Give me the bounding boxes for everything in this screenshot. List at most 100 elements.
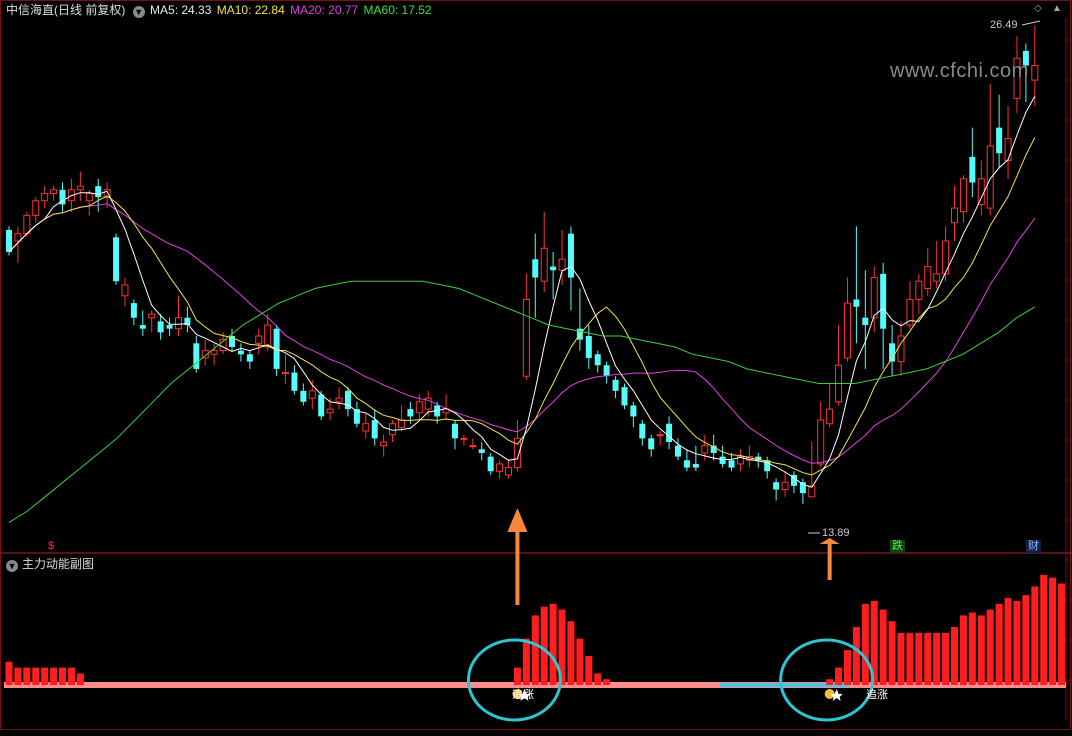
candle-body (371, 420, 378, 439)
candle-body (300, 390, 307, 402)
candle-body (291, 372, 298, 391)
energy-bar (968, 612, 976, 685)
candle-body (362, 423, 370, 432)
energy-bar (67, 667, 75, 685)
candle-body (95, 186, 102, 198)
high-price-label: 26.49 (990, 19, 1018, 31)
stock-chart[interactable] (0, 0, 1072, 731)
chart-canvas[interactable] (0, 0, 1072, 731)
energy-bar (50, 667, 58, 685)
cai-badge: 财 (1026, 540, 1041, 553)
candle-body (728, 460, 735, 468)
energy-bar (76, 673, 84, 685)
candle-body (1004, 138, 1012, 162)
candle-body (460, 437, 468, 440)
sub-panel-title: 主力动能副图 (22, 557, 95, 571)
candle-body (630, 405, 637, 417)
candle-body (210, 350, 218, 355)
energy-bar (576, 638, 584, 685)
energy-bar (531, 615, 539, 685)
sub-panel-header: ▼ 主力动能副图 (6, 556, 94, 572)
energy-bar (594, 673, 602, 685)
candle-body (701, 445, 709, 454)
candle-body (915, 280, 923, 300)
energy-bar (1013, 600, 1021, 685)
candle-body (157, 321, 164, 333)
energy-bar (995, 603, 1003, 685)
candle-body (1031, 65, 1039, 81)
watermark: www.cfchi.com (890, 60, 1029, 82)
candle-body (487, 456, 494, 472)
settings-gear-icon[interactable]: ▼ (132, 6, 145, 18)
candle-body (639, 423, 646, 439)
candle-body (113, 237, 120, 282)
candle-body (282, 372, 290, 375)
energy-bar (986, 609, 994, 685)
energy-bar (603, 679, 611, 685)
energy-bar (906, 632, 914, 685)
energy-bar (32, 667, 40, 685)
candle-body (977, 178, 985, 205)
candle-body (996, 127, 1003, 154)
energy-bar (522, 638, 530, 685)
candle-body (496, 463, 504, 472)
energy-bar (924, 632, 932, 685)
energy-bar (888, 621, 896, 685)
energy-bar (1004, 598, 1012, 685)
candle-body (478, 449, 485, 453)
energy-bar (977, 615, 985, 685)
candle-body (121, 284, 129, 297)
signal-label-2: 追涨 (866, 689, 888, 701)
candle-body (14, 233, 22, 242)
dollar-marker: $ (48, 540, 55, 552)
candle-body (656, 434, 664, 437)
energy-bar (549, 603, 557, 685)
sub-settings-icon[interactable]: ▼ (6, 560, 18, 572)
candle-body (969, 156, 976, 183)
energy-bar (835, 667, 843, 685)
candle-body (558, 258, 566, 271)
candle-body (522, 298, 530, 377)
energy-bar (1031, 586, 1039, 685)
candle-body (648, 438, 655, 450)
candle-body (415, 401, 423, 414)
die-badge: 跌 (890, 540, 905, 553)
candle-body (139, 325, 146, 329)
ma20-label: MA20: 20.77 (290, 3, 359, 17)
candle-body (773, 482, 780, 490)
candle-body (130, 303, 137, 318)
candle-body (826, 408, 834, 425)
energy-bar (1022, 595, 1030, 685)
energy-bar (933, 632, 941, 685)
ma5-label: MA5: 24.33 (150, 3, 212, 17)
candle-body (407, 409, 414, 417)
energy-bar (5, 661, 13, 685)
candle-body (41, 192, 49, 202)
chevron-up-icon[interactable]: ▲ (1052, 3, 1062, 14)
candle-body (959, 178, 967, 213)
diamond-icon[interactable]: ◇ (1034, 3, 1042, 14)
candle-body (166, 325, 173, 329)
candle-body (397, 419, 405, 428)
signal-arrow-head (507, 508, 528, 532)
candle-body (174, 317, 182, 330)
high-pointer (1021, 20, 1041, 26)
ma60-label: MA60: 17.52 (363, 3, 432, 17)
ma20-line (8, 203, 1036, 464)
ma10-label: MA10: 22.84 (216, 3, 285, 17)
energy-bar (959, 615, 967, 685)
candle-body (719, 456, 726, 464)
candle-body (76, 185, 84, 191)
energy-bar (585, 656, 593, 685)
candle-body (951, 207, 959, 224)
candle-body (237, 350, 244, 355)
candle-body (817, 419, 825, 465)
candle-body (246, 354, 253, 362)
candle-body (32, 200, 40, 216)
energy-bar (59, 667, 67, 685)
low-price-label: 13.89 (822, 527, 850, 539)
energy-bar (942, 632, 950, 685)
candle-body (85, 192, 93, 202)
candle-body (692, 463, 699, 468)
candle-body (933, 273, 941, 282)
